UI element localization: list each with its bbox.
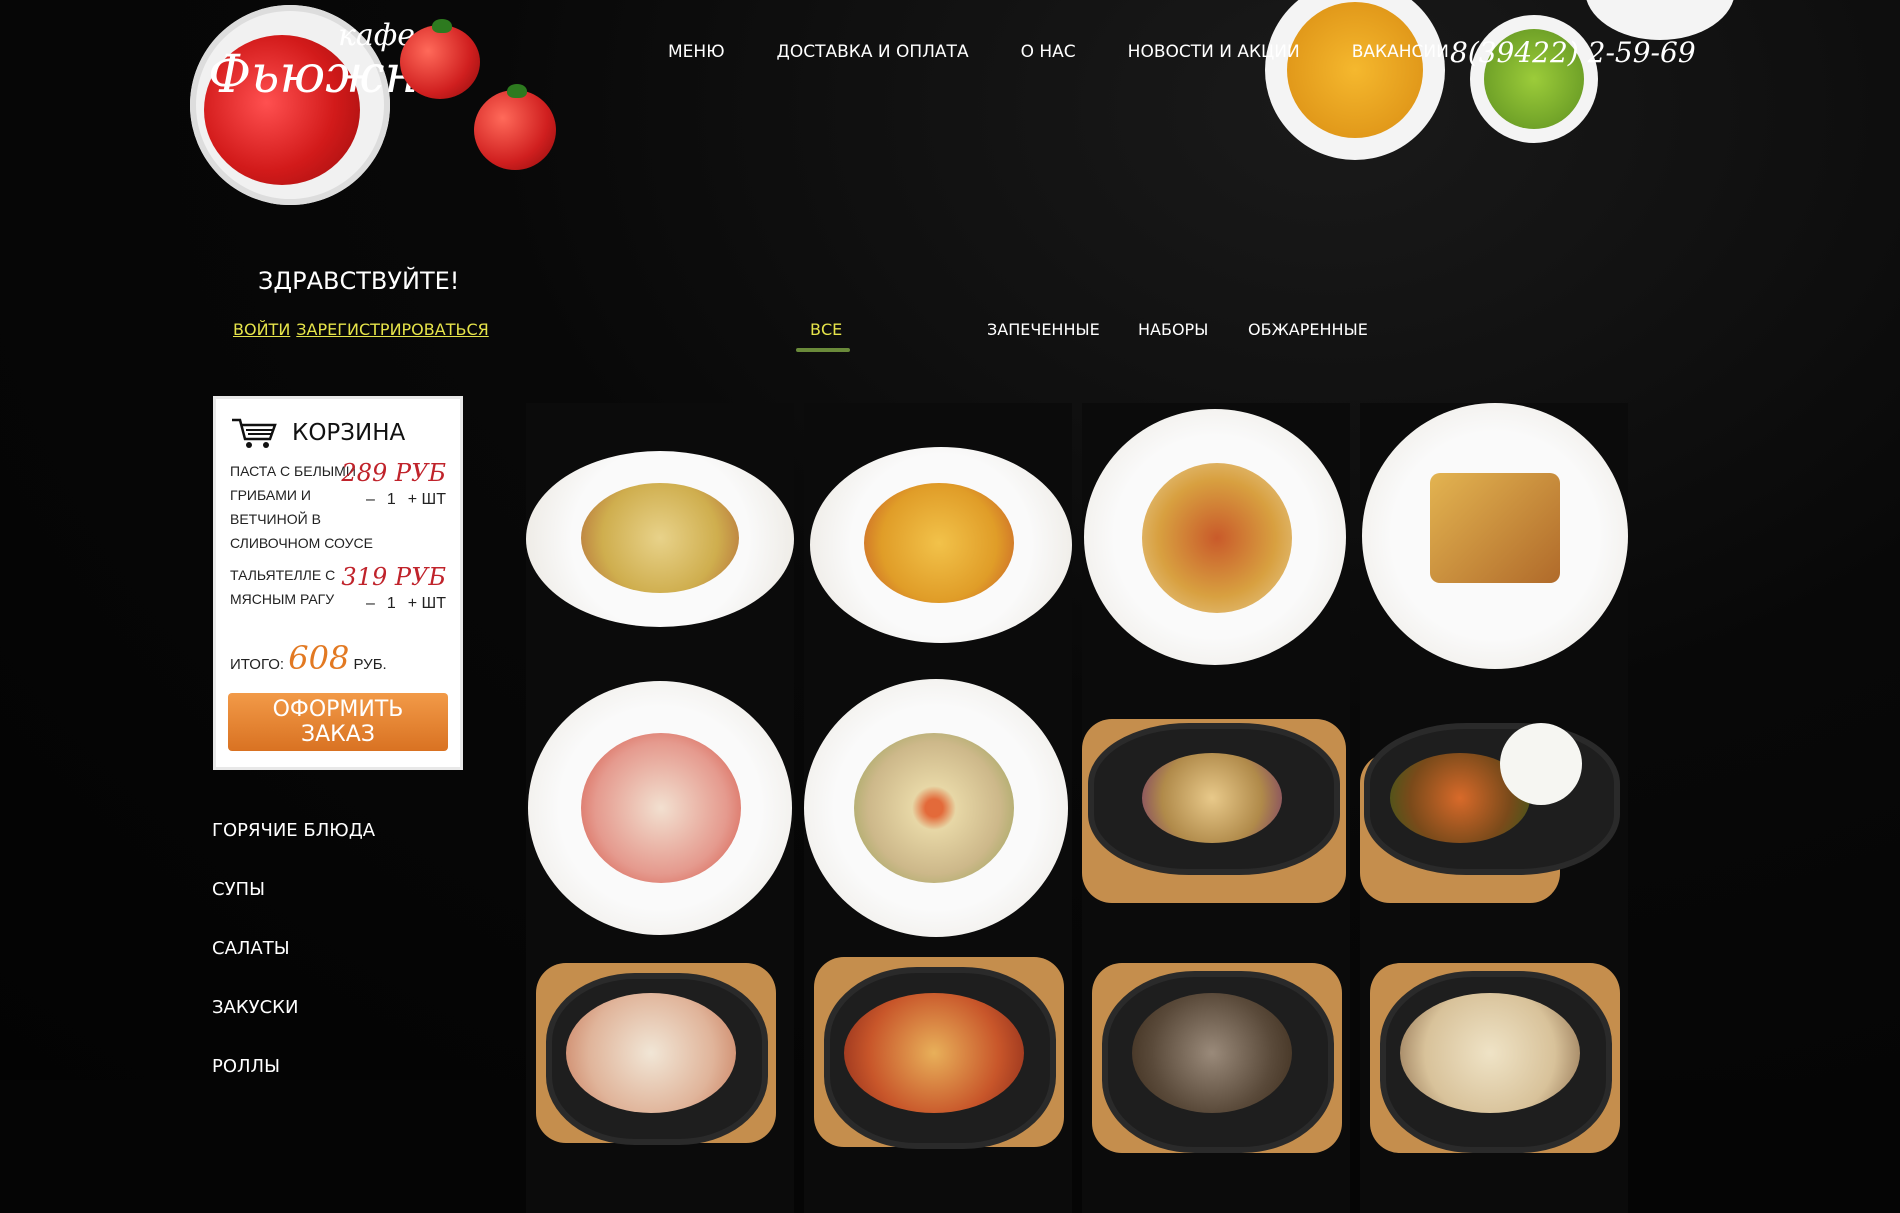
tomato-image <box>474 84 556 170</box>
product-card[interactable] <box>1360 403 1628 673</box>
quantity-stepper: – 1 + ШТ <box>366 491 446 509</box>
decrease-button[interactable]: – <box>366 491 375 509</box>
category-soups[interactable]: СУПЫ <box>212 879 375 938</box>
phone-number[interactable]: 8(39422) 2-59-69 <box>1450 36 1696 69</box>
brand-name: кафе Фьюжн <box>208 18 419 105</box>
quantity-stepper: – 1 + ШТ <box>366 595 446 613</box>
category-menu: ГОРЯЧИЕ БЛЮДА СУПЫ САЛАТЫ ЗАКУСКИ РОЛЛЫ <box>212 820 375 1115</box>
product-card[interactable] <box>804 943 1072 1213</box>
brand-name-main: Фьюжн <box>208 45 419 105</box>
product-card[interactable] <box>1360 673 1628 943</box>
increase-button[interactable]: + ШТ <box>408 595 446 613</box>
product-card[interactable] <box>526 403 794 673</box>
nav-vacancies[interactable]: ВАКАНСИИ <box>1352 42 1449 62</box>
tomato-image <box>400 19 480 99</box>
total-unit: РУБ. <box>353 656 387 673</box>
product-card[interactable] <box>1082 673 1350 943</box>
place-order-button[interactable]: ОФОРМИТЬ ЗАКАЗ <box>228 693 448 751</box>
main-nav: МЕНЮ ДОСТАВКА И ОПЛАТА О НАС НОВОСТИ И А… <box>668 42 1449 62</box>
decrease-button[interactable]: – <box>366 595 375 613</box>
product-card[interactable] <box>526 673 794 943</box>
product-card[interactable] <box>526 943 794 1213</box>
active-filter-underline <box>796 348 850 352</box>
cart-item: ТАЛЬЯТЕЛЛЕ С МЯСНЫМ РАГУ 319 РУБ – 1 + Ш… <box>230 563 446 623</box>
nav-about[interactable]: О НАС <box>1021 42 1076 62</box>
cart-item-price: 319 РУБ <box>341 563 446 591</box>
filter-all[interactable]: ВСЕ <box>810 320 842 339</box>
nav-delivery[interactable]: ДОСТАВКА И ОПЛАТА <box>777 42 969 62</box>
cart-total: ИТОГО: 608 РУБ. <box>230 639 387 677</box>
filter-fried[interactable]: ОБЖАРЕННЫЕ <box>1248 320 1368 339</box>
category-hot-dishes[interactable]: ГОРЯЧИЕ БЛЮДА <box>212 820 375 879</box>
product-card[interactable] <box>1082 943 1350 1213</box>
filter-sets[interactable]: НАБОРЫ <box>1138 320 1208 339</box>
category-appetizers[interactable]: ЗАКУСКИ <box>212 997 375 1056</box>
product-card[interactable] <box>804 673 1072 943</box>
cart-icon <box>232 418 277 448</box>
product-card[interactable] <box>1082 403 1350 673</box>
nav-menu[interactable]: МЕНЮ <box>668 42 725 62</box>
product-card[interactable] <box>804 403 1072 673</box>
cart-panel: КОРЗИНА ПАСТА С БЕЛЫМИ ГРИБАМИ И ВЕТЧИНО… <box>213 396 463 770</box>
cart-item: ПАСТА С БЕЛЫМИ ГРИБАМИ И ВЕТЧИНОЙ В СЛИВ… <box>230 459 446 569</box>
total-label: ИТОГО: <box>230 656 285 673</box>
cart-header: КОРЗИНА <box>230 417 446 449</box>
quantity-value[interactable]: 1 <box>387 491 396 509</box>
category-rolls[interactable]: РОЛЛЫ <box>212 1056 375 1115</box>
filter-baked[interactable]: ЗАПЕЧЕННЫЕ <box>987 320 1100 339</box>
filter-tabs: ВСЕ ЗАПЕЧЕННЫЕ НАБОРЫ ОБЖАРЕННЫЕ <box>0 320 1900 352</box>
cart-title: КОРЗИНА <box>292 420 406 446</box>
greeting: ЗДРАВСТВУЙТЕ! <box>258 267 460 295</box>
quantity-value[interactable]: 1 <box>387 595 396 613</box>
category-salads[interactable]: САЛАТЫ <box>212 938 375 997</box>
product-card[interactable] <box>1360 943 1628 1213</box>
pesto-bowl-image <box>1470 15 1598 143</box>
increase-button[interactable]: + ШТ <box>408 491 446 509</box>
nav-news[interactable]: НОВОСТИ И АКЦИИ <box>1128 42 1300 62</box>
total-value: 608 <box>288 639 350 677</box>
cart-item-price: 289 РУБ <box>341 459 446 487</box>
